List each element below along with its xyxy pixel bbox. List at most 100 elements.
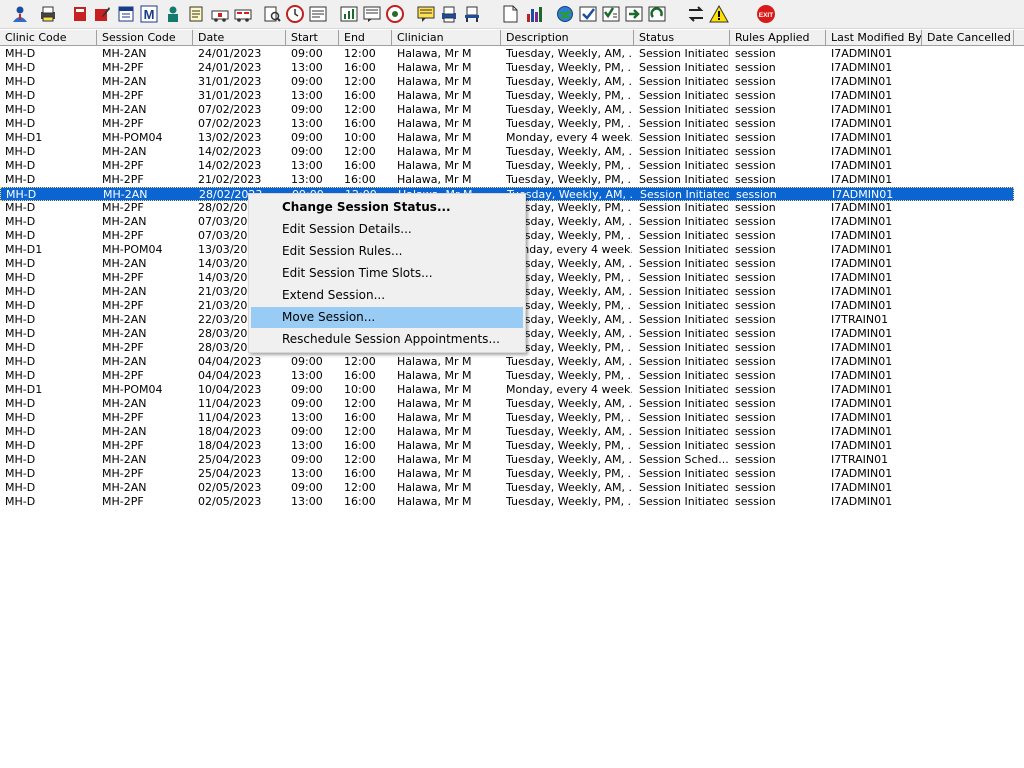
menu-item-edit-session-details[interactable]: Edit Session Details...: [251, 219, 523, 240]
table-cell: 25/04/2023: [198, 453, 262, 466]
table-cell: MH-2PF: [102, 299, 144, 312]
table-cell: [927, 397, 1012, 411]
table-cell: 24/01/2023: [198, 47, 262, 60]
table-row[interactable]: MH-D MH-2PF 04/04/2023 13:00 16:00 Halawa, Mr…: [0, 369, 1014, 383]
table-cell: Session Initiated: [639, 173, 728, 186]
warning-icon[interactable]: [709, 4, 729, 24]
column-header[interactable]: Clinic Code: [0, 30, 97, 45]
column-header[interactable]: Description: [501, 30, 634, 45]
table-row[interactable]: MH-D MH-2AN 14/02/2023 09:00 12:00 Halawa, Mr…: [0, 145, 1014, 159]
notes-icon[interactable]: [186, 4, 206, 24]
column-header[interactable]: Rules Applied: [730, 30, 826, 45]
table-row[interactable]: MH-D MH-2AN 31/01/2023 09:00 12:00 Halawa, Mr…: [0, 75, 1014, 89]
document-icon[interactable]: [500, 4, 520, 24]
globe-icon[interactable]: [555, 4, 575, 24]
table-row[interactable]: MH-D1 MH-POM04 10/04/2023 09:00 10:00 Halawa,…: [0, 383, 1014, 397]
exit-icon[interactable]: EXIT: [756, 4, 776, 24]
table-cell: 31/01/2023: [198, 89, 262, 102]
chart-icon[interactable]: [339, 4, 359, 24]
column-header[interactable]: Date: [193, 30, 286, 45]
table-cell: MH-D: [5, 411, 36, 424]
table-cell: Session Initiated: [639, 271, 728, 284]
column-header[interactable]: End: [339, 30, 392, 45]
person-icon[interactable]: [163, 4, 183, 24]
table-row[interactable]: MH-D MH-2AN 11/04/2023 09:00 12:00 Halawa, Mr…: [0, 397, 1014, 411]
table-cell: I7TRAIN01: [831, 453, 889, 466]
menu-item-extend-session[interactable]: Extend Session...: [251, 285, 523, 306]
table-row[interactable]: MH-D MH-2AN 18/04/2023 09:00 12:00 Halawa, Mr…: [0, 425, 1014, 439]
chair-icon[interactable]: [462, 4, 482, 24]
table-row[interactable]: MH-D MH-2PF 21/02/2023 13:00 16:00 Halawa, Mr…: [0, 173, 1014, 187]
table-cell: 31/01/2023: [198, 75, 262, 88]
table-row[interactable]: MH-D1 MH-POM04 13/02/2023 09:00 10:00 Halawa,…: [0, 131, 1014, 145]
table-cell: Halawa, Mr M: [397, 103, 472, 116]
schedule-icon[interactable]: [116, 4, 136, 24]
column-header[interactable]: Session Code: [97, 30, 193, 45]
book-icon[interactable]: [70, 4, 90, 24]
refresh-icon[interactable]: [647, 4, 667, 24]
menu-item-move-session[interactable]: Move Session...: [251, 307, 523, 328]
column-header[interactable]: Clinician: [392, 30, 501, 45]
no-entry-icon[interactable]: [385, 4, 405, 24]
table-cell: 13:00: [291, 173, 323, 186]
print-icon[interactable]: [38, 4, 58, 24]
table-cell: MH-2PF: [102, 173, 144, 186]
table-cell: Session Initiated: [639, 369, 728, 382]
table-cell: Monday, every 4 week...: [506, 383, 632, 396]
checklist-icon[interactable]: [601, 4, 621, 24]
table-row[interactable]: MH-D MH-2PF 25/04/2023 13:00 16:00 Halawa, Mr…: [0, 467, 1014, 481]
table-cell: Session Initiated: [639, 411, 728, 424]
table-cell: MH-D: [5, 75, 36, 88]
menu-item-change-session-status[interactable]: Change Session Status...: [251, 197, 523, 218]
comment-icon[interactable]: [416, 4, 436, 24]
table-row[interactable]: MH-D MH-2AN 02/05/2023 09:00 12:00 Halawa, Mr…: [0, 481, 1014, 495]
table-cell: 18/04/2023: [198, 425, 262, 438]
ambulance-icon[interactable]: [210, 4, 230, 24]
printer-icon[interactable]: [439, 4, 459, 24]
clinician-icon[interactable]: [10, 4, 30, 24]
swap-icon[interactable]: [686, 4, 706, 24]
search-doc-icon[interactable]: [262, 4, 282, 24]
clock-icon[interactable]: [285, 4, 305, 24]
table-cell: MH-2AN: [102, 397, 147, 410]
transfer-icon[interactable]: [624, 4, 644, 24]
table-row[interactable]: MH-D MH-2PF 07/02/2023 13:00 16:00 Halawa, Mr…: [0, 117, 1014, 131]
table-cell: [927, 439, 1012, 453]
table-row[interactable]: MH-D MH-2PF 11/04/2023 13:00 16:00 Halawa, Mr…: [0, 411, 1014, 425]
check-doc-icon[interactable]: [578, 4, 598, 24]
form-icon[interactable]: [308, 4, 328, 24]
table-row[interactable]: MH-D MH-2PF 02/05/2023 13:00 16:00 Halawa, Mr…: [0, 495, 1014, 509]
table-cell: Session Initiated: [639, 313, 728, 326]
context-menu: Change Session Status... Edit Session Det…: [248, 193, 526, 353]
column-header[interactable]: Start: [286, 30, 339, 45]
menu-item-edit-session-rules[interactable]: Edit Session Rules...: [251, 241, 523, 262]
table-cell: session: [735, 355, 776, 368]
table-row[interactable]: MH-D MH-2AN 24/01/2023 09:00 12:00 Halawa, Mr…: [0, 47, 1014, 61]
column-header[interactable]: Last Modified By: [826, 30, 922, 45]
column-header[interactable]: Status: [634, 30, 730, 45]
table-cell: session: [735, 75, 776, 88]
table-cell: Halawa, Mr M: [397, 383, 472, 396]
table-cell: 12:00: [344, 355, 376, 368]
menu-item-reschedule-appointments[interactable]: Reschedule Session Appointments...: [251, 329, 523, 350]
transport-icon[interactable]: [233, 4, 253, 24]
bar-chart-icon[interactable]: [524, 4, 544, 24]
table-cell: Halawa, Mr M: [397, 481, 472, 494]
table-cell: Session Initiated: [639, 355, 728, 368]
table-row[interactable]: MH-D MH-2AN 04/04/2023 09:00 12:00 Halawa, Mr…: [0, 355, 1014, 369]
table-row[interactable]: MH-D MH-2AN 25/04/2023 09:00 12:00 Halawa, Mr…: [0, 453, 1014, 467]
column-header[interactable]: Date Cancelled: [922, 30, 1014, 45]
menu-item-edit-session-time-slots[interactable]: Edit Session Time Slots...: [251, 263, 523, 284]
table-row[interactable]: MH-D MH-2PF 24/01/2023 13:00 16:00 Halawa, Mr…: [0, 61, 1014, 75]
table-cell: [927, 341, 1012, 355]
letter-m-icon[interactable]: M: [139, 4, 159, 24]
message-icon[interactable]: [362, 4, 382, 24]
table-cell: I7ADMIN01: [831, 131, 893, 144]
table-cell: Session Initiated: [639, 201, 728, 214]
edit-book-icon[interactable]: [92, 4, 112, 24]
table-row[interactable]: MH-D MH-2PF 14/02/2023 13:00 16:00 Halawa, Mr…: [0, 159, 1014, 173]
table-row[interactable]: MH-D MH-2PF 18/04/2023 13:00 16:00 Halawa, Mr…: [0, 439, 1014, 453]
table-row[interactable]: MH-D MH-2PF 31/01/2023 13:00 16:00 Halawa, Mr…: [0, 89, 1014, 103]
table-cell: MH-D: [5, 467, 36, 480]
table-row[interactable]: MH-D MH-2AN 07/02/2023 09:00 12:00 Halawa, Mr…: [0, 103, 1014, 117]
